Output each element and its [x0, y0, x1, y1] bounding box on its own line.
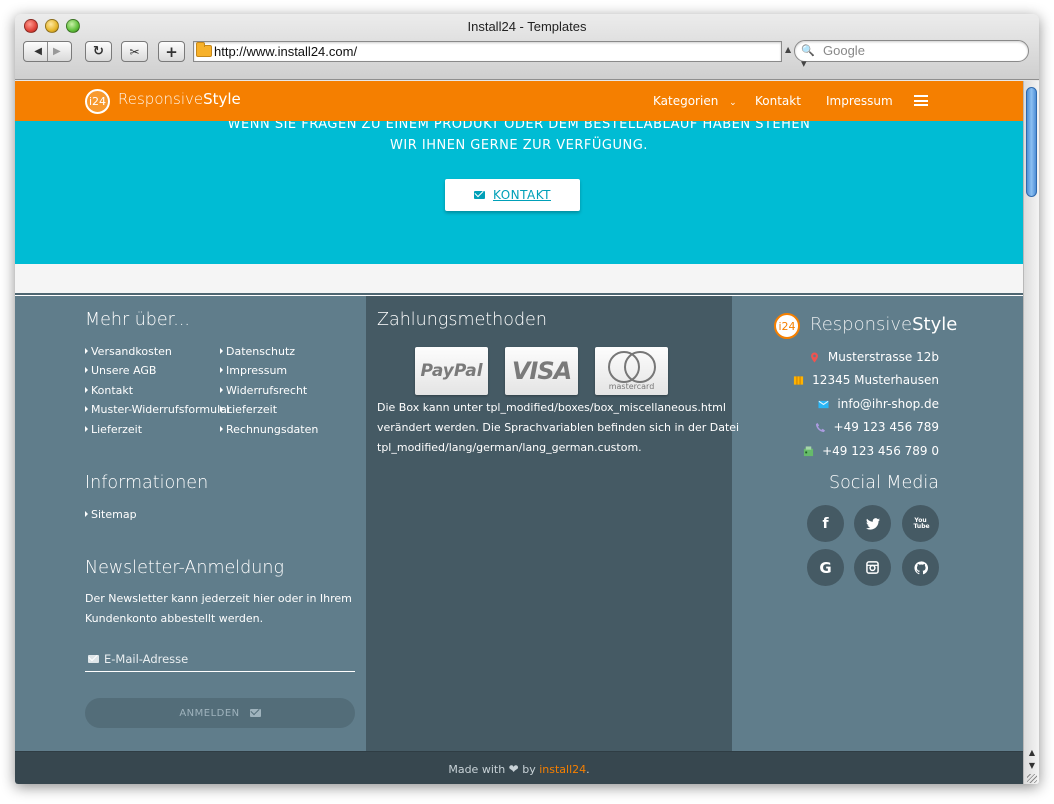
contact-phone: +49 123 456 789: [815, 420, 939, 434]
scroll-down-arrow-icon[interactable]: ▼: [1027, 761, 1037, 771]
contact-email[interactable]: info@ihr-shop.de: [818, 397, 939, 411]
link-rechnungsdaten[interactable]: Rechnungsdaten: [220, 423, 318, 436]
menu-icon[interactable]: [914, 95, 928, 106]
search-input[interactable]: [823, 43, 1023, 58]
payment-description: Die Box kann unter tpl_modified/boxes/bo…: [377, 401, 740, 454]
link-widerrufsrecht[interactable]: Widerrufsrecht: [220, 384, 307, 397]
kontakt-button[interactable]: KONTAKT: [445, 179, 580, 211]
footer-bottom-bar: Made with ❤ by install24.: [15, 751, 1023, 784]
anmelden-button[interactable]: ANMELDEN: [85, 698, 355, 728]
contact-city: 12345 Musterhausen: [793, 373, 939, 387]
url-text[interactable]: http://www.install24.com/: [214, 44, 357, 59]
fax-icon: [803, 445, 814, 456]
browser-window: Install24 - Templates ◀ ▶ ↻ ✂ + http://w…: [15, 14, 1039, 784]
nav-kategorien[interactable]: Kategorien ⌄: [653, 94, 737, 108]
link-lieferzeit[interactable]: Lieferzeit: [85, 423, 142, 436]
nav-impressum[interactable]: Impressum: [826, 94, 893, 108]
banner-text-line1: WENN SIE FRAGEN ZU EINEM PRODUKT ODER DE…: [227, 121, 811, 132]
mail-icon: [88, 655, 99, 663]
more-about-title: Mehr über...: [85, 310, 190, 330]
install24-link[interactable]: install24: [539, 763, 586, 776]
url-dropdown-icon[interactable]: ▲: [785, 45, 791, 54]
youtube-icon[interactable]: You Tube: [902, 505, 939, 542]
link-sitemap[interactable]: Sitemap: [85, 508, 137, 521]
mastercard-logo: mastercard: [595, 347, 668, 395]
contact-banner: WENN SIE FRAGEN ZU EINEM PRODUKT ODER DE…: [15, 121, 1023, 264]
made-with-text: Made with ❤ by install24.: [448, 762, 590, 776]
paypal-logo: PayPal: [415, 347, 488, 395]
newsletter-email-field[interactable]: [85, 650, 355, 672]
social-media-title: Social Media: [828, 473, 939, 493]
footer-logo: i24: [774, 313, 800, 339]
site-logo[interactable]: i24: [85, 89, 110, 114]
facebook-icon[interactable]: f: [807, 505, 844, 542]
heart-icon: ❤: [508, 762, 519, 776]
address-bar[interactable]: http://www.install24.com/: [193, 41, 782, 62]
link-agb[interactable]: Unsere AGB: [85, 364, 156, 377]
map-icon: [794, 375, 804, 385]
search-icon: 🔍▾: [801, 44, 815, 70]
instagram-icon[interactable]: [854, 549, 891, 586]
section-spacer: [15, 264, 1023, 295]
site-brand[interactable]: ResponsiveStyle: [118, 90, 241, 108]
page-viewport: i24 ResponsiveStyle Kategorien ⌄ Kontakt…: [15, 81, 1023, 784]
reload-button[interactable]: ↻: [85, 41, 112, 62]
contact-fax: +49 123 456 789 0: [803, 444, 939, 458]
scroll-up-arrow-icon[interactable]: ▲: [1027, 748, 1037, 758]
link-versandkosten[interactable]: Versandkosten: [85, 345, 172, 358]
informationen-title: Informationen: [85, 473, 209, 493]
map-marker-icon: [810, 351, 818, 363]
mastercard-rings-icon: [606, 351, 658, 383]
footer-brand: ResponsiveStyle: [810, 314, 958, 335]
window-title: Install24 - Templates: [467, 19, 587, 34]
scissors-icon: ✂: [129, 44, 140, 59]
add-bookmark-button[interactable]: +: [158, 41, 185, 62]
chevron-down-icon: ⌄: [729, 98, 737, 108]
visa-logo: VISA: [505, 347, 578, 395]
newsletter-text-line1: Der Newsletter kann jederzeit hier oder …: [85, 592, 352, 605]
mail-icon: [473, 191, 485, 199]
snippet-button[interactable]: ✂: [121, 41, 148, 62]
scrollbar-thumb[interactable]: [1026, 87, 1037, 197]
link-impressum[interactable]: Impressum: [220, 364, 287, 377]
newsletter-text-line2: Kundenkonto abbestellt werden.: [85, 612, 264, 625]
site-navbar: i24 ResponsiveStyle Kategorien ⌄ Kontakt…: [15, 81, 1023, 121]
mail-icon: [249, 709, 261, 717]
folder-icon: [196, 42, 212, 57]
reload-icon: ↻: [93, 44, 104, 59]
newsletter-title: Newsletter-Anmeldung: [85, 558, 284, 578]
link-kontakt[interactable]: Kontakt: [85, 384, 133, 397]
github-icon[interactable]: [902, 549, 939, 586]
browser-toolbar: Install24 - Templates ◀ ▶ ↻ ✂ + http://w…: [15, 14, 1039, 80]
email-icon: [818, 400, 829, 408]
back-arrow-icon[interactable]: ◀: [34, 46, 42, 57]
google-icon[interactable]: G: [807, 549, 844, 586]
vertical-scrollbar[interactable]: ▲ ▼: [1023, 81, 1039, 784]
phone-icon: [815, 422, 825, 432]
payment-title: Zahlungsmethoden: [377, 310, 547, 330]
nav-kontakt[interactable]: Kontakt: [755, 94, 801, 108]
link-widerrufsformular[interactable]: Muster-Widerrufsformular: [85, 403, 231, 416]
contact-street: Musterstrasse 12b: [809, 350, 939, 364]
forward-arrow-icon[interactable]: ▶: [53, 46, 61, 57]
email-input[interactable]: [104, 652, 349, 666]
back-forward-buttons[interactable]: ◀ ▶: [23, 41, 72, 62]
plus-icon: +: [165, 42, 178, 61]
link-datenschutz[interactable]: Datenschutz: [220, 345, 295, 358]
link-lieferzeit-right[interactable]: Lieferzeit: [220, 403, 277, 416]
banner-text-line2: WIR IHNEN GERNE ZUR VERFÜGUNG.: [390, 138, 648, 153]
search-field[interactable]: 🔍▾: [794, 40, 1029, 70]
resize-grip-icon[interactable]: [1027, 774, 1037, 783]
twitter-icon[interactable]: [854, 505, 891, 542]
footer: Mehr über... Versandkosten Datenschutz U…: [15, 296, 1023, 751]
